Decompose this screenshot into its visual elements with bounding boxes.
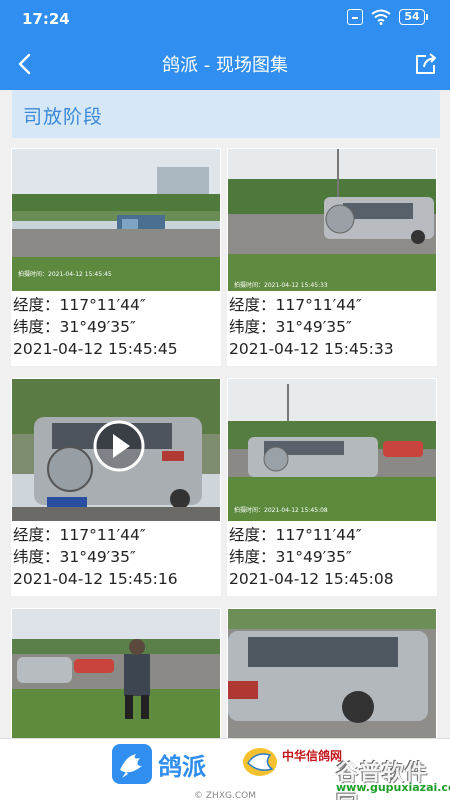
- footer-text: © ZHXG.COM: [194, 791, 256, 800]
- site-photo[interactable]: 拍摄时间：2021-04-12 15:45:33: [228, 149, 436, 291]
- latitude-label: 纬度：: [13, 548, 60, 566]
- wifi-icon: [371, 9, 391, 25]
- latitude-label: 纬度：: [229, 318, 276, 336]
- play-button-icon[interactable]: [92, 419, 146, 473]
- section-title: 司放阶段: [23, 106, 104, 128]
- partner-name: 中华信鸽网: [282, 749, 343, 763]
- photo-timestamp: 拍摄时间：2021-04-12 15:45:45: [18, 270, 112, 278]
- site-photo[interactable]: 拍摄时间：2021-04-12 15:45:45: [12, 149, 220, 291]
- photo-datetime: 2021-04-12 15:45:45: [13, 340, 178, 358]
- site-video[interactable]: [12, 379, 220, 521]
- longitude-value: 117°11′44″: [59, 296, 146, 314]
- photo-card[interactable]: [11, 608, 221, 751]
- site-photo[interactable]: [228, 609, 436, 751]
- partner-logo-icon: [243, 748, 277, 776]
- latitude-value: 31°49′35″: [59, 548, 136, 566]
- brand[interactable]: 鸽派: [112, 744, 206, 784]
- sim-icon: [347, 9, 363, 25]
- photo-info: 经度：117°11′44″ 纬度：31°49′35″ 2021-04-12 15…: [13, 294, 219, 360]
- site-photo[interactable]: [12, 609, 220, 751]
- longitude-value: 117°11′44″: [275, 296, 362, 314]
- latitude-label: 纬度：: [13, 318, 60, 336]
- longitude-label: 经度：: [13, 296, 60, 314]
- share-icon[interactable]: [412, 50, 440, 78]
- photo-datetime: 2021-04-12 15:45:08: [229, 570, 394, 588]
- pigeon-logo-icon: [112, 744, 152, 784]
- status-bar: 17:24 54: [0, 0, 450, 38]
- photo-card[interactable]: 拍摄时间：2021-04-12 15:45:08 经度：117°11′44″ 纬…: [227, 378, 437, 596]
- photo-card[interactable]: 拍摄时间：2021-04-12 15:45:33 经度：117°11′44″ 纬…: [227, 148, 437, 366]
- battery-icon: 54: [399, 9, 428, 25]
- longitude-value: 117°11′44″: [59, 526, 146, 544]
- battery-level: 54: [399, 9, 425, 25]
- photo-timestamp: 拍摄时间：2021-04-12 15:45:08: [234, 506, 328, 514]
- longitude-label: 经度：: [229, 296, 276, 314]
- longitude-label: 经度：: [13, 526, 60, 544]
- photo-card[interactable]: [227, 608, 437, 751]
- status-icons: 54: [347, 9, 428, 25]
- photo-datetime: 2021-04-12 15:45:33: [229, 340, 394, 358]
- section-header: 司放阶段: [12, 90, 440, 138]
- photo-info: 经度：117°11′44″ 纬度：31°49′35″ 2021-04-12 15…: [229, 294, 435, 360]
- latitude-value: 31°49′35″: [275, 318, 352, 336]
- latitude-value: 31°49′35″: [275, 548, 352, 566]
- brand-name: 鸽派: [158, 752, 206, 781]
- site-photo[interactable]: 拍摄时间：2021-04-12 15:45:08: [228, 379, 436, 521]
- photo-timestamp: 拍摄时间：2021-04-12 15:45:33: [234, 281, 328, 289]
- status-time: 17:24: [22, 10, 70, 28]
- video-card[interactable]: 经度：117°11′44″ 纬度：31°49′35″ 2021-04-12 15…: [11, 378, 221, 596]
- page-title: 鸽派 - 现场图集: [162, 55, 288, 76]
- longitude-label: 经度：: [229, 526, 276, 544]
- latitude-label: 纬度：: [229, 548, 276, 566]
- bottom-bar: 鸽派 中华信鸽网 谷普软件园 www.gupuxiazai.com © ZHXG…: [0, 738, 450, 800]
- longitude-value: 117°11′44″: [275, 526, 362, 544]
- app-bar: 鸽派 - 现场图集: [0, 38, 450, 90]
- latitude-value: 31°49′35″: [59, 318, 136, 336]
- photo-info: 经度：117°11′44″ 纬度：31°49′35″ 2021-04-12 15…: [13, 524, 219, 590]
- photo-info: 经度：117°11′44″ 纬度：31°49′35″ 2021-04-12 15…: [229, 524, 435, 590]
- photo-datetime: 2021-04-12 15:45:16: [13, 570, 178, 588]
- photo-card[interactable]: 拍摄时间：2021-04-12 15:45:45 经度：117°11′44″ 纬…: [11, 148, 221, 366]
